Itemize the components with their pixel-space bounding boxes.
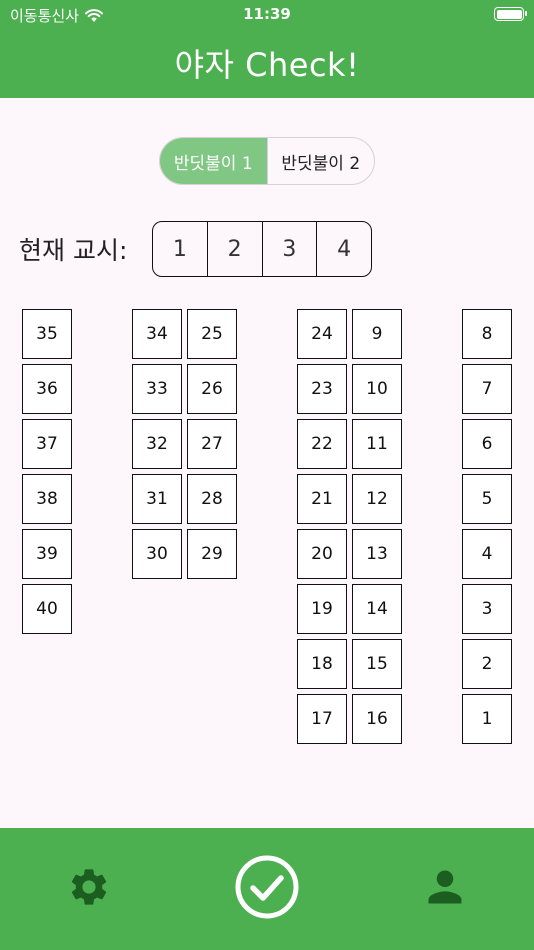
- seat-40[interactable]: 40: [22, 584, 72, 634]
- seat-11[interactable]: 11: [352, 419, 402, 469]
- seat-13[interactable]: 13: [352, 529, 402, 579]
- seat-33[interactable]: 33: [132, 364, 182, 414]
- status-bar: 이동통신사 11:39: [0, 0, 534, 28]
- seat-19[interactable]: 19: [297, 584, 347, 634]
- seat-7[interactable]: 7: [462, 364, 512, 414]
- seat-26[interactable]: 26: [187, 364, 237, 414]
- profile-button[interactable]: [420, 862, 470, 912]
- period-option-4[interactable]: 4: [316, 222, 371, 276]
- seat-4[interactable]: 4: [462, 529, 512, 579]
- period-label: 현재 교시:: [19, 236, 128, 265]
- page-title: 야자 Check!: [174, 46, 360, 84]
- seat-2[interactable]: 2: [462, 639, 512, 689]
- seat-15[interactable]: 15: [352, 639, 402, 689]
- seat-23[interactable]: 23: [297, 364, 347, 414]
- check-button[interactable]: [233, 853, 301, 921]
- seat-35[interactable]: 35: [22, 309, 72, 359]
- battery-icon: [494, 7, 527, 21]
- segment-option-1[interactable]: 반딧불이 1: [160, 138, 267, 184]
- seat-3[interactable]: 3: [462, 584, 512, 634]
- seat-20[interactable]: 20: [297, 529, 347, 579]
- seat-21[interactable]: 21: [297, 474, 347, 524]
- seat-6[interactable]: 6: [462, 419, 512, 469]
- seat-34[interactable]: 34: [132, 309, 182, 359]
- seat-31[interactable]: 31: [132, 474, 182, 524]
- seat-29[interactable]: 29: [187, 529, 237, 579]
- check-circle-icon: [235, 855, 299, 919]
- seat-5[interactable]: 5: [462, 474, 512, 524]
- period-option-1[interactable]: 1: [153, 222, 207, 276]
- seat-37[interactable]: 37: [22, 419, 72, 469]
- seat-17[interactable]: 17: [297, 694, 347, 744]
- seat-25[interactable]: 25: [187, 309, 237, 359]
- period-option-3[interactable]: 3: [261, 222, 317, 276]
- seat-30[interactable]: 30: [132, 529, 182, 579]
- seat-14[interactable]: 14: [352, 584, 402, 634]
- seat-27[interactable]: 27: [187, 419, 237, 469]
- group-segmented-control: 반딧불이 1 반딧불이 2: [159, 137, 375, 185]
- status-time: 11:39: [243, 5, 291, 23]
- seat-10[interactable]: 10: [352, 364, 402, 414]
- seat-28[interactable]: 28: [187, 474, 237, 524]
- seat-1[interactable]: 1: [462, 694, 512, 744]
- seat-36[interactable]: 36: [22, 364, 72, 414]
- seat-8[interactable]: 8: [462, 309, 512, 359]
- seat-12[interactable]: 12: [352, 474, 402, 524]
- person-icon: [428, 870, 462, 904]
- gear-icon: [71, 869, 107, 905]
- seat-24[interactable]: 24: [297, 309, 347, 359]
- period-option-2[interactable]: 2: [206, 222, 262, 276]
- seat-22[interactable]: 22: [297, 419, 347, 469]
- battery-level: [496, 9, 522, 19]
- seat-16[interactable]: 16: [352, 694, 402, 744]
- bottom-nav-bar: [0, 828, 534, 950]
- settings-button[interactable]: [64, 862, 114, 912]
- seat-39[interactable]: 39: [22, 529, 72, 579]
- seat-38[interactable]: 38: [22, 474, 72, 524]
- app-header: 이동통신사 11:39 야자 Check!: [0, 0, 534, 98]
- seat-32[interactable]: 32: [132, 419, 182, 469]
- period-selector: 1 2 3 4: [152, 221, 372, 277]
- seat-18[interactable]: 18: [297, 639, 347, 689]
- segment-option-2[interactable]: 반딧불이 2: [266, 138, 375, 184]
- seat-9[interactable]: 9: [352, 309, 402, 359]
